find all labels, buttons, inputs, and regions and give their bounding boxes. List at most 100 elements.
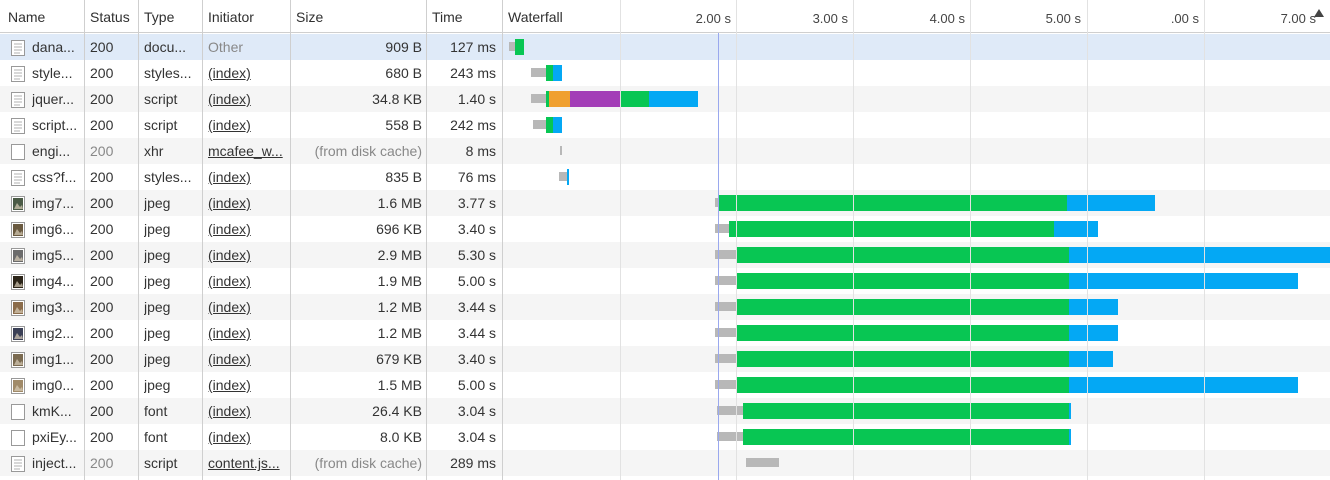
column-header-size[interactable]: Size <box>290 0 323 33</box>
request-name[interactable]: engi... <box>32 138 82 164</box>
request-initiator[interactable]: mcafee_w... <box>208 138 286 164</box>
column-header-status[interactable]: Status <box>84 0 130 33</box>
request-initiator[interactable]: (index) <box>208 372 286 398</box>
column-header-type[interactable]: Type <box>138 0 174 33</box>
request-size: (from disk cache) <box>314 455 422 471</box>
request-name[interactable]: img6... <box>32 216 82 242</box>
request-initiator[interactable]: (index) <box>208 268 286 294</box>
waterfall-queue-segment <box>533 120 546 129</box>
table-row[interactable]: css?f... 200 styles... (index) 835 B 76 ms <box>0 164 1330 190</box>
request-size: 1.9 MB <box>377 273 422 289</box>
waterfall-wait-segment <box>719 195 1067 211</box>
request-time: 3.44 s <box>457 299 496 315</box>
table-row[interactable]: dana... 200 docu... Other 909 B 127 ms <box>0 34 1330 60</box>
request-status: 200 <box>90 195 114 211</box>
request-size: 1.2 MB <box>377 299 422 315</box>
request-initiator[interactable]: (index) <box>208 398 286 424</box>
request-name[interactable]: kmK... <box>32 398 82 424</box>
waterfall-download-segment <box>1069 247 1330 263</box>
column-divider[interactable] <box>202 0 203 480</box>
request-name[interactable]: img0... <box>32 372 82 398</box>
waterfall-download-segment <box>1069 429 1071 445</box>
column-header-time[interactable]: Time <box>426 0 463 33</box>
waterfall-wait-segment <box>737 377 1069 393</box>
request-initiator[interactable]: (index) <box>208 164 286 190</box>
request-size: 26.4 KB <box>372 403 422 419</box>
request-name[interactable]: script... <box>32 112 82 138</box>
waterfall-download-segment <box>1069 325 1118 341</box>
table-row[interactable]: script... 200 script (index) 558 B 242 ms <box>0 112 1330 138</box>
table-row[interactable]: img4... 200 jpeg (index) 1.9 MB 5.00 s <box>0 268 1330 294</box>
request-time: 3.40 s <box>457 351 496 367</box>
document-icon <box>11 92 25 108</box>
request-initiator[interactable]: (index) <box>208 86 286 112</box>
request-initiator[interactable]: (index) <box>208 320 286 346</box>
request-type: jpeg <box>144 299 171 315</box>
table-row[interactable]: engi... 200 xhr mcafee_w... (from disk cache… <box>0 138 1330 164</box>
waterfall-wait-segment <box>737 273 1069 289</box>
waterfall-wait-segment <box>737 247 1069 263</box>
request-name[interactable]: style... <box>32 60 82 86</box>
timeline-tick-label: 2.00 s <box>695 11 731 26</box>
request-type: font <box>144 403 168 419</box>
request-size: 696 KB <box>376 221 422 237</box>
request-size: 679 KB <box>376 351 422 367</box>
table-row[interactable]: img3... 200 jpeg (index) 1.2 MB 3.44 s <box>0 294 1330 320</box>
table-row[interactable]: img5... 200 jpeg (index) 2.9 MB 5.30 s <box>0 242 1330 268</box>
request-name[interactable]: inject... <box>32 450 82 476</box>
request-status: 200 <box>90 377 114 393</box>
sort-descending-icon[interactable] <box>1314 9 1324 17</box>
table-row[interactable]: jquer... 200 script (index) 34.8 KB 1.40 s <box>0 86 1330 112</box>
request-name[interactable]: img3... <box>32 294 82 320</box>
request-name[interactable]: jquer... <box>32 86 82 112</box>
table-row[interactable]: img7... 200 jpeg (index) 1.6 MB 3.77 s <box>0 190 1330 216</box>
waterfall-download-segment <box>1069 351 1113 367</box>
request-initiator[interactable]: (index) <box>208 294 286 320</box>
request-size: 1.6 MB <box>377 195 422 211</box>
request-time: 243 ms <box>450 65 496 81</box>
request-initiator[interactable]: (index) <box>208 424 286 450</box>
table-row[interactable]: img1... 200 jpeg (index) 679 KB 3.40 s <box>0 346 1330 372</box>
column-divider[interactable] <box>84 0 85 480</box>
column-divider[interactable] <box>138 0 139 480</box>
table-row[interactable]: img0... 200 jpeg (index) 1.5 MB 5.00 s <box>0 372 1330 398</box>
request-initiator[interactable]: (index) <box>208 112 286 138</box>
timeline-gridline <box>853 0 854 480</box>
column-divider[interactable] <box>426 0 427 480</box>
column-header-waterfall[interactable]: Waterfall <box>502 0 563 33</box>
request-name[interactable]: img4... <box>32 268 82 294</box>
request-status: 200 <box>90 91 114 107</box>
table-row[interactable]: img6... 200 jpeg (index) 696 KB 3.40 s <box>0 216 1330 242</box>
image-thumbnail-icon <box>11 196 25 212</box>
request-name[interactable]: pxiEy... <box>32 424 82 450</box>
request-name[interactable]: css?f... <box>32 164 82 190</box>
request-initiator[interactable]: content.js... <box>208 450 286 476</box>
table-row[interactable]: pxiEy... 200 font (index) 8.0 KB 3.04 s <box>0 424 1330 450</box>
request-initiator[interactable]: (index) <box>208 242 286 268</box>
request-status: 200 <box>90 403 114 419</box>
waterfall-download-segment <box>553 117 562 133</box>
column-header-name[interactable]: Name <box>2 0 45 33</box>
request-name[interactable]: img2... <box>32 320 82 346</box>
request-initiator[interactable]: (index) <box>208 346 286 372</box>
column-divider[interactable] <box>502 0 503 480</box>
request-initiator[interactable]: (index) <box>208 60 286 86</box>
request-initiator: Other <box>208 39 244 55</box>
request-name[interactable]: img5... <box>32 242 82 268</box>
table-row[interactable]: img2... 200 jpeg (index) 1.2 MB 3.44 s <box>0 320 1330 346</box>
request-name[interactable]: img1... <box>32 346 82 372</box>
table-row[interactable]: inject... 200 script content.js... (from dis… <box>0 450 1330 476</box>
request-size: 34.8 KB <box>372 91 422 107</box>
request-initiator[interactable]: (index) <box>208 216 286 242</box>
waterfall-wait-segment <box>737 325 1069 341</box>
table-row[interactable]: style... 200 styles... (index) 680 B 243 ms <box>0 60 1330 86</box>
network-requests-table: Name Status Type Initiator Size Time Wat… <box>0 0 1330 480</box>
column-header-initiator[interactable]: Initiator <box>202 0 254 33</box>
request-size: 680 B <box>385 65 422 81</box>
image-thumbnail-icon <box>11 352 25 368</box>
request-name[interactable]: img7... <box>32 190 82 216</box>
table-row[interactable]: kmK... 200 font (index) 26.4 KB 3.04 s <box>0 398 1330 424</box>
request-name[interactable]: dana... <box>32 34 82 60</box>
request-initiator[interactable]: (index) <box>208 190 286 216</box>
column-divider[interactable] <box>290 0 291 480</box>
